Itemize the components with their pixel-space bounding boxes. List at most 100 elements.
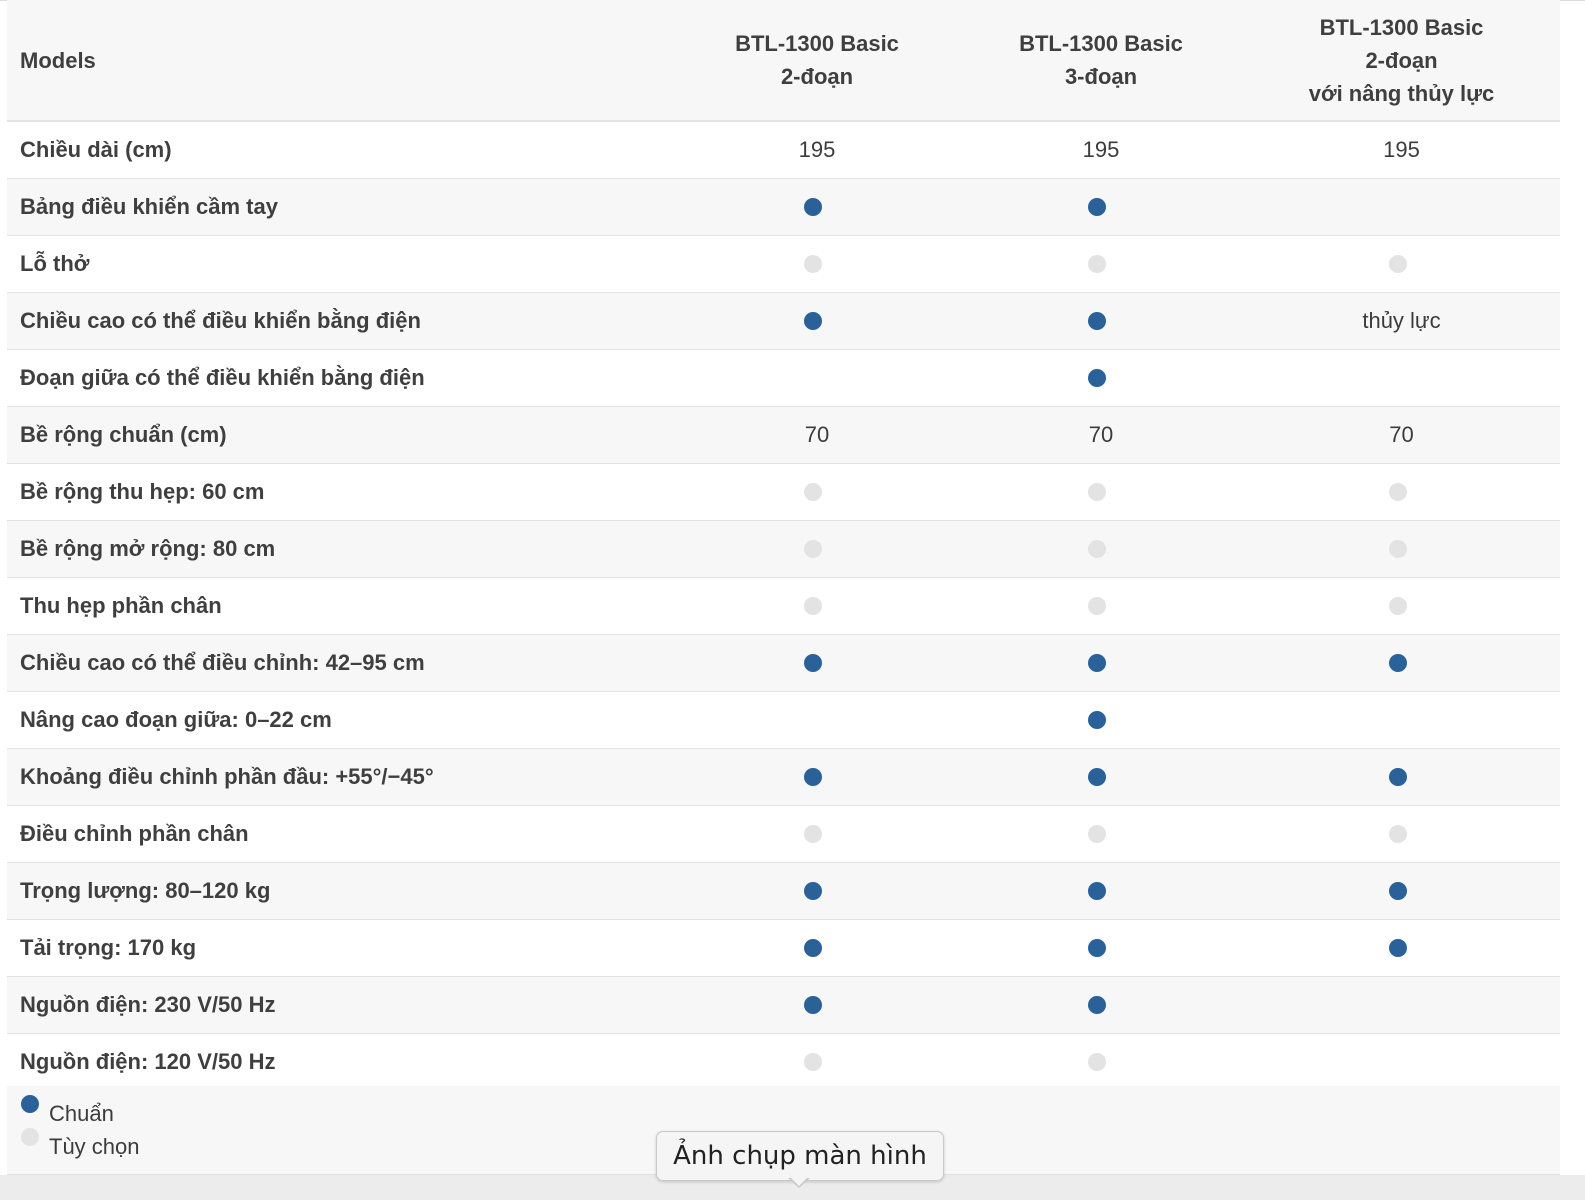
spec-cell-content (675, 179, 959, 235)
spec-value: 70 (1389, 422, 1414, 447)
spec-value: 70 (1088, 422, 1114, 447)
optional-dot-icon (804, 825, 822, 843)
optional-dot-icon (1088, 540, 1106, 558)
row-label: Khoảng điều chỉnh phần đầu: +55°/−45° (7, 748, 675, 806)
spec-cell-content (675, 920, 959, 976)
optional-dot-icon (804, 597, 822, 615)
optional-dot-icon (804, 1053, 822, 1071)
spec-cell-content (675, 692, 959, 748)
table-row: Nguồn điện: 230 V/50 Hz (7, 976, 1560, 1034)
spec-cell-content (675, 236, 959, 292)
spec-value: 195 (798, 137, 836, 162)
spec-cell (1243, 463, 1560, 521)
standard-dot-icon (804, 654, 822, 672)
spec-cell-content (1243, 236, 1560, 292)
row-label: Trọng lượng: 80–120 kg (7, 862, 675, 920)
spec-cell (1243, 976, 1560, 1034)
spec-cell (675, 805, 959, 863)
row-label: Bề rộng thu hẹp: 60 cm (7, 463, 675, 521)
spec-cell-content: 70 (675, 407, 959, 463)
row-label: Đoạn giữa có thể điều khiển bằng điện (7, 349, 675, 407)
spec-cell-content: 195 (959, 122, 1243, 178)
spec-cell (675, 463, 959, 521)
spec-cell (675, 520, 959, 578)
table-row: Thu hẹp phần chân (7, 577, 1560, 635)
spec-cell (959, 235, 1243, 293)
spec-cell (675, 634, 959, 692)
spec-table-body: Chiều dài (cm) 195 195 195 Bảng điều khiển c… (7, 121, 1560, 1091)
spec-cell (1243, 178, 1560, 236)
spec-cell-content (675, 293, 959, 349)
spec-cell-content (959, 350, 1243, 406)
spec-cell (959, 520, 1243, 578)
spec-cell-content (959, 521, 1243, 577)
spec-cell-content (959, 464, 1243, 520)
spec-cell (1243, 634, 1560, 692)
spec-cell-content (1243, 179, 1560, 235)
spec-cell (1243, 235, 1560, 293)
spec-cell-content (675, 1034, 959, 1090)
spec-cell (1243, 1033, 1560, 1091)
legend-standard-label: Chuẩn (49, 1101, 114, 1126)
table-row: Bảng điều khiển cầm tay (7, 178, 1560, 236)
spec-cell (1243, 691, 1560, 749)
row-label: Lỗ thở (7, 235, 675, 293)
table-row: Chiều cao có thể điều khiển bằng điện thủ… (7, 292, 1560, 350)
optional-dot-icon (804, 540, 822, 558)
optional-dot-icon (1088, 825, 1106, 843)
spec-cell (959, 178, 1243, 236)
spec-value: thủy lực (1362, 308, 1441, 333)
optional-dot-icon (1388, 540, 1407, 558)
spec-cell-content (1243, 521, 1560, 577)
optional-dot-icon (1088, 597, 1106, 615)
spec-cell-content (959, 1034, 1243, 1090)
spec-value: 70 (804, 422, 830, 447)
spec-cell: 195 (1243, 121, 1560, 179)
spec-cell-content (675, 350, 959, 406)
standard-dot-icon (1088, 369, 1106, 387)
spec-cell: 70 (959, 406, 1243, 464)
spec-cell (959, 577, 1243, 635)
row-label: Nguồn điện: 230 V/50 Hz (7, 976, 675, 1034)
spec-cell (1243, 919, 1560, 977)
spec-cell (1243, 805, 1560, 863)
model-header-3: BTL-1300 Basic 2-đoạn với nâng thủy lực (1243, 0, 1560, 122)
row-label: Thu hẹp phần chân (7, 577, 675, 635)
spec-cell-content: thủy lực (1243, 293, 1560, 349)
spec-cell-content: 195 (675, 122, 959, 178)
spec-cell: 195 (675, 121, 959, 179)
optional-dot-icon (1088, 1053, 1106, 1071)
standard-dot-icon (1088, 312, 1106, 330)
model-header-line: 2-đoạn (780, 64, 854, 89)
table-row: Bề rộng chuẩn (cm) 70 70 70 (7, 406, 1560, 464)
optional-dot-icon (1388, 597, 1407, 615)
spec-cell: 70 (675, 406, 959, 464)
models-header: Models (7, 0, 675, 122)
table-row: Trọng lượng: 80–120 kg (7, 862, 1560, 920)
standard-dot-icon (804, 312, 822, 330)
standard-dot-icon (804, 882, 822, 900)
spec-cell-content (675, 977, 959, 1033)
spec-cell (959, 292, 1243, 350)
spec-cell (675, 577, 959, 635)
table-row: Khoảng điều chỉnh phần đầu: +55°/−45° (7, 748, 1560, 806)
spec-cell (675, 976, 959, 1034)
spec-cell (1243, 520, 1560, 578)
legend-optional-label: Tùy chọn (49, 1134, 140, 1159)
standard-dot-icon (804, 198, 822, 216)
spec-cell: 195 (959, 121, 1243, 179)
spec-comparison-table: Models BTL-1300 Basic 2-đoạn BTL-1300 Ba… (7, 0, 1560, 1091)
spec-cell: thủy lực (1243, 292, 1560, 350)
standard-dot-icon (1088, 654, 1106, 672)
standard-dot-icon (1388, 768, 1407, 786)
spec-cell-content (675, 521, 959, 577)
table-row: Chiều cao có thể điều chỉnh: 42–95 cm (7, 634, 1560, 692)
spec-value: 195 (1082, 137, 1120, 162)
table-row: Bề rộng mở rộng: 80 cm (7, 520, 1560, 578)
standard-dot-icon (804, 768, 822, 786)
model-header-line: BTL-1300 Basic (735, 31, 899, 56)
standard-dot-icon (804, 996, 822, 1014)
spec-cell (675, 178, 959, 236)
table-row: Nguồn điện: 120 V/50 Hz (7, 1033, 1560, 1091)
spec-cell-content (959, 635, 1243, 691)
